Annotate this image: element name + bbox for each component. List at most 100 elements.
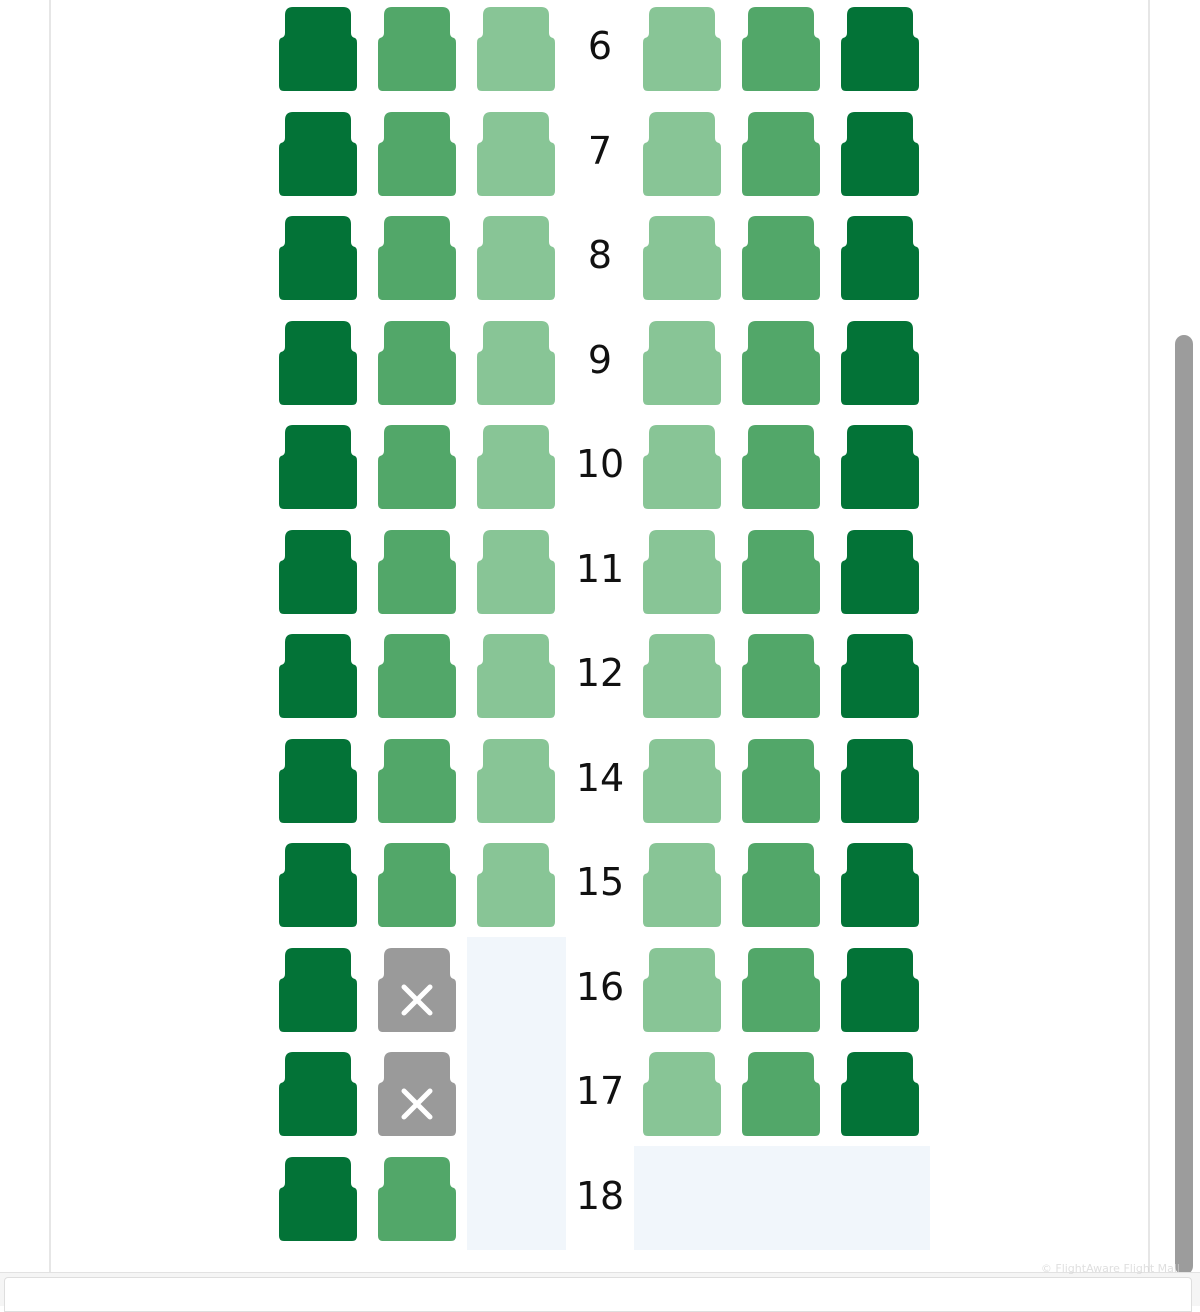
seat-icon: [742, 1052, 820, 1136]
seat-14c[interactable]: [477, 738, 555, 823]
seat-9a[interactable]: [279, 320, 357, 405]
row-number: 15: [575, 860, 625, 904]
seat-9d[interactable]: [643, 320, 721, 405]
seat-icon: [279, 1156, 357, 1241]
seat-10e[interactable]: [742, 425, 820, 509]
seat-unavailable: [378, 947, 456, 1032]
seat-16a[interactable]: [279, 947, 357, 1032]
seat-11d[interactable]: [643, 529, 721, 614]
seat-14a[interactable]: [279, 738, 357, 823]
seat-6b[interactable]: [378, 7, 456, 91]
seat-15c[interactable]: [477, 843, 555, 927]
seat-8f[interactable]: [841, 216, 919, 300]
seat-14f[interactable]: [841, 738, 919, 823]
seat-icon: [742, 738, 820, 823]
seat-7f[interactable]: [841, 111, 919, 196]
seat-15e[interactable]: [742, 843, 820, 927]
seat-10d[interactable]: [643, 425, 721, 509]
seat-8e[interactable]: [742, 216, 820, 300]
seat-6f[interactable]: [841, 7, 919, 91]
seat-icon: [477, 843, 555, 927]
seat-7a[interactable]: [279, 111, 357, 196]
seat-icon: [279, 7, 357, 91]
seat-8d[interactable]: [643, 216, 721, 300]
seat-icon: [378, 425, 456, 509]
seat-16f[interactable]: [841, 947, 919, 1032]
seat-icon: [643, 320, 721, 405]
seat-9f[interactable]: [841, 320, 919, 405]
seat-6d[interactable]: [643, 7, 721, 91]
seat-icon: [477, 216, 555, 300]
row-number: 18: [575, 1173, 625, 1218]
seat-8c[interactable]: [477, 216, 555, 300]
seat-row: 6: [0, 0, 1200, 104]
seat-icon: [643, 7, 721, 91]
seat-9e[interactable]: [742, 320, 820, 405]
row-number: 9: [587, 337, 613, 382]
seat-row: 11: [0, 523, 1200, 627]
seat-icon: [279, 320, 357, 405]
seat-row: 14: [0, 732, 1200, 836]
seat-11c[interactable]: [477, 529, 555, 614]
seat-10c[interactable]: [477, 425, 555, 509]
bottom-panel-card: [4, 1277, 1192, 1312]
scrollbar-thumb[interactable]: [1175, 335, 1193, 1275]
seat-14d[interactable]: [643, 738, 721, 823]
seat-12a[interactable]: [279, 634, 357, 718]
seat-icon: [643, 111, 721, 196]
seat-7c[interactable]: [477, 111, 555, 196]
seat-icon: [841, 320, 919, 405]
seat-10a[interactable]: [279, 425, 357, 509]
seat-14b[interactable]: [378, 738, 456, 823]
seat-7d[interactable]: [643, 111, 721, 196]
seat-17e[interactable]: [742, 1052, 820, 1136]
seat-icon: [378, 738, 456, 823]
seat-15a[interactable]: [279, 843, 357, 927]
seat-12c[interactable]: [477, 634, 555, 718]
row-number: 8: [587, 233, 613, 277]
seat-7e[interactable]: [742, 111, 820, 196]
row-number: 6: [587, 24, 613, 68]
seat-icon: [643, 947, 721, 1032]
seat-9b[interactable]: [378, 320, 456, 405]
seat-7b[interactable]: [378, 111, 456, 196]
seat-icon: [841, 738, 919, 823]
seat-15b[interactable]: [378, 843, 456, 927]
seat-11f[interactable]: [841, 529, 919, 614]
row-number: 16: [575, 964, 625, 1009]
seat-12d[interactable]: [643, 634, 721, 718]
seat-11e[interactable]: [742, 529, 820, 614]
seat-12b[interactable]: [378, 634, 456, 718]
seat-map: 6 7 8 9 10 11 12 14 15 16 17 18: [0, 0, 1200, 1272]
seat-icon: [841, 216, 919, 300]
seat-10b[interactable]: [378, 425, 456, 509]
seat-18b[interactable]: [378, 1156, 456, 1241]
seat-icon: [742, 7, 820, 91]
seat-17a[interactable]: [279, 1052, 357, 1136]
seat-9c[interactable]: [477, 320, 555, 405]
seat-16e[interactable]: [742, 947, 820, 1032]
seat-10f[interactable]: [841, 425, 919, 509]
seat-12e[interactable]: [742, 634, 820, 718]
seat-15f[interactable]: [841, 843, 919, 927]
seat-icon: [742, 529, 820, 614]
seat-6c[interactable]: [477, 7, 555, 91]
seat-17f[interactable]: [841, 1052, 919, 1136]
seat-14e[interactable]: [742, 738, 820, 823]
seat-6a[interactable]: [279, 7, 357, 91]
seat-11b[interactable]: [378, 529, 456, 614]
seat-8b[interactable]: [378, 216, 456, 300]
seat-row: 10: [0, 418, 1200, 522]
seat-icon: [279, 111, 357, 196]
seat-6e[interactable]: [742, 7, 820, 91]
seat-icon: [841, 947, 919, 1032]
seat-icon: [742, 425, 820, 509]
seat-16d[interactable]: [643, 947, 721, 1032]
seat-icon: [643, 634, 721, 718]
seat-12f[interactable]: [841, 634, 919, 718]
seat-18a[interactable]: [279, 1156, 357, 1241]
seat-15d[interactable]: [643, 843, 721, 927]
seat-8a[interactable]: [279, 216, 357, 300]
seat-17d[interactable]: [643, 1052, 721, 1136]
seat-11a[interactable]: [279, 529, 357, 614]
